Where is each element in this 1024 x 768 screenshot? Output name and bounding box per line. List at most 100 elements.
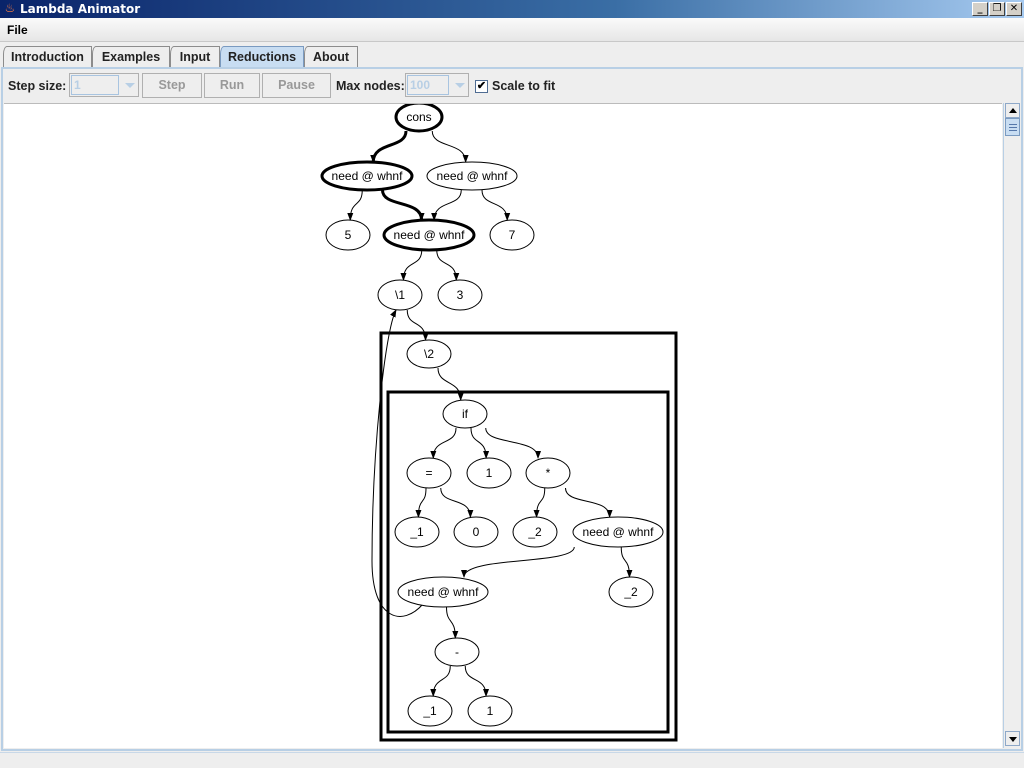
graph-node-need4[interactable]: need @ whnf bbox=[572, 516, 664, 548]
check-icon: ✔ bbox=[476, 80, 487, 92]
minimize-button[interactable]: _ bbox=[972, 2, 988, 16]
edge-need1-need3 bbox=[381, 189, 425, 221]
graph-node-need1[interactable]: need @ whnf bbox=[320, 160, 414, 192]
menu-bar: File bbox=[0, 18, 1024, 42]
graph-node-v2a[interactable]: _2 bbox=[512, 516, 558, 548]
restore-icon: ❐ bbox=[992, 3, 1002, 14]
scroll-thumb[interactable] bbox=[1005, 118, 1020, 136]
node-label: _2 bbox=[623, 585, 638, 599]
node-label: _2 bbox=[527, 525, 542, 539]
node-label: need @ whnf bbox=[332, 169, 404, 183]
graph-node-v2b[interactable]: _2 bbox=[608, 576, 654, 608]
graph-node-n5[interactable]: 5 bbox=[325, 219, 371, 251]
node-label: 3 bbox=[457, 288, 464, 302]
tab-input[interactable]: Input bbox=[170, 46, 220, 68]
graph-node-lam1[interactable]: \1 bbox=[377, 279, 423, 311]
graph-node-lam2[interactable]: \2 bbox=[406, 339, 452, 369]
edge-need2-n7 bbox=[481, 189, 511, 221]
edge-need4-need5 bbox=[461, 546, 575, 578]
node-label: _1 bbox=[409, 525, 424, 539]
node-label: _1 bbox=[422, 704, 437, 718]
graph-node-mul[interactable]: * bbox=[525, 457, 571, 489]
graph-node-need5[interactable]: need @ whnf bbox=[397, 576, 489, 608]
node-label: 0 bbox=[473, 525, 480, 539]
node-label: cons bbox=[406, 110, 431, 124]
node-label: \2 bbox=[424, 347, 434, 361]
graph-node-v1b[interactable]: _1 bbox=[407, 695, 453, 727]
java-app-icon: ♨ bbox=[4, 1, 16, 15]
tab-reductions[interactable]: Reductions bbox=[220, 46, 304, 68]
pause-button[interactable]: Pause bbox=[262, 73, 331, 98]
run-button[interactable]: Run bbox=[204, 73, 260, 98]
node-label: - bbox=[455, 645, 459, 659]
step-size-combo[interactable]: 1 bbox=[69, 73, 139, 97]
window-title: Lambda Animator bbox=[20, 2, 141, 16]
edge-need4-v2b bbox=[620, 546, 633, 578]
scroll-up-button[interactable] bbox=[1005, 103, 1020, 118]
graph-node-minus[interactable]: - bbox=[434, 637, 480, 667]
edge-if-eq bbox=[430, 427, 457, 459]
graph-node-n3[interactable]: 3 bbox=[437, 279, 483, 311]
step-size-label: Step size: bbox=[8, 79, 67, 93]
edge-need2-need3 bbox=[431, 189, 462, 221]
edge-lam1-lam2 bbox=[406, 309, 429, 341]
arrow-up-icon bbox=[1009, 108, 1017, 113]
step-button[interactable]: Step bbox=[142, 73, 202, 98]
edge-lam2-if bbox=[437, 367, 464, 401]
edge-cons-need1 bbox=[370, 130, 408, 163]
node-label: = bbox=[425, 466, 432, 480]
max-nodes-combo[interactable]: 100 bbox=[405, 73, 469, 97]
graph-node-need2[interactable]: need @ whnf bbox=[426, 161, 518, 191]
minimize-icon: _ bbox=[977, 3, 983, 14]
edge-if-mul bbox=[485, 427, 542, 459]
edge-eq-zero bbox=[440, 487, 474, 518]
graph-canvas[interactable]: cons need @ whnf need @ whnf 5 need @ whnf 7 \… bbox=[4, 103, 1002, 748]
node-label: 5 bbox=[345, 228, 352, 242]
node-label: need @ whnf bbox=[394, 228, 466, 242]
scale-to-fit-label[interactable]: Scale to fit bbox=[492, 79, 555, 93]
scale-to-fit-checkbox[interactable]: ✔ bbox=[475, 80, 488, 93]
node-label: need @ whnf bbox=[408, 585, 480, 599]
menu-file[interactable]: File bbox=[7, 23, 28, 37]
graph-node-one_b[interactable]: 1 bbox=[467, 695, 513, 727]
chevron-down-icon bbox=[455, 83, 465, 88]
edge-mul-v2a bbox=[533, 487, 546, 518]
node-label: 7 bbox=[509, 228, 516, 242]
graph-node-need3[interactable]: need @ whnf bbox=[382, 218, 476, 252]
edge-need1-n5 bbox=[347, 189, 363, 221]
step-size-value: 1 bbox=[71, 75, 119, 95]
graph-node-n7[interactable]: 7 bbox=[489, 219, 535, 251]
edge-eq-v1a bbox=[415, 487, 427, 518]
tab-introduction[interactable]: Introduction bbox=[3, 46, 92, 68]
edge-need3-n3 bbox=[436, 249, 460, 281]
graph-node-if[interactable]: if bbox=[442, 399, 488, 429]
tab-examples[interactable]: Examples bbox=[92, 46, 170, 68]
graph-node-one_a[interactable]: 1 bbox=[466, 457, 512, 489]
vertical-scrollbar[interactable] bbox=[1003, 103, 1020, 748]
node-label: 1 bbox=[487, 704, 494, 718]
edge-minus-v1b bbox=[430, 665, 451, 697]
restore-button[interactable]: ❐ bbox=[989, 2, 1005, 16]
chevron-down-icon bbox=[125, 83, 135, 88]
max-nodes-value: 100 bbox=[407, 75, 449, 95]
edge-minus-one_b bbox=[464, 665, 490, 697]
arrow-down-icon bbox=[1009, 737, 1017, 742]
scroll-down-button[interactable] bbox=[1005, 731, 1020, 746]
toolbar: Step size: 1 Step Run Pause Max nodes: 1… bbox=[3, 69, 1021, 103]
graph-node-cons[interactable]: cons bbox=[394, 104, 444, 133]
title-bar: ♨ Lambda Animator _ ❐ ✕ bbox=[0, 0, 1024, 18]
graph-node-eq[interactable]: = bbox=[406, 457, 452, 489]
status-bar bbox=[0, 752, 1024, 768]
close-button[interactable]: ✕ bbox=[1006, 2, 1022, 16]
graph-node-v1a[interactable]: _1 bbox=[394, 516, 440, 548]
tab-about[interactable]: About bbox=[304, 46, 358, 68]
graph-node-zero[interactable]: 0 bbox=[453, 516, 499, 548]
edge-cons-need2 bbox=[431, 130, 469, 163]
node-label: need @ whnf bbox=[583, 525, 655, 539]
node-label: need @ whnf bbox=[437, 169, 509, 183]
edge-mul-need4 bbox=[565, 487, 613, 518]
node-label: \1 bbox=[395, 288, 405, 302]
close-icon: ✕ bbox=[1009, 3, 1019, 14]
edge-need3-lam1 bbox=[400, 249, 423, 281]
edge-need5-minus bbox=[446, 606, 459, 639]
